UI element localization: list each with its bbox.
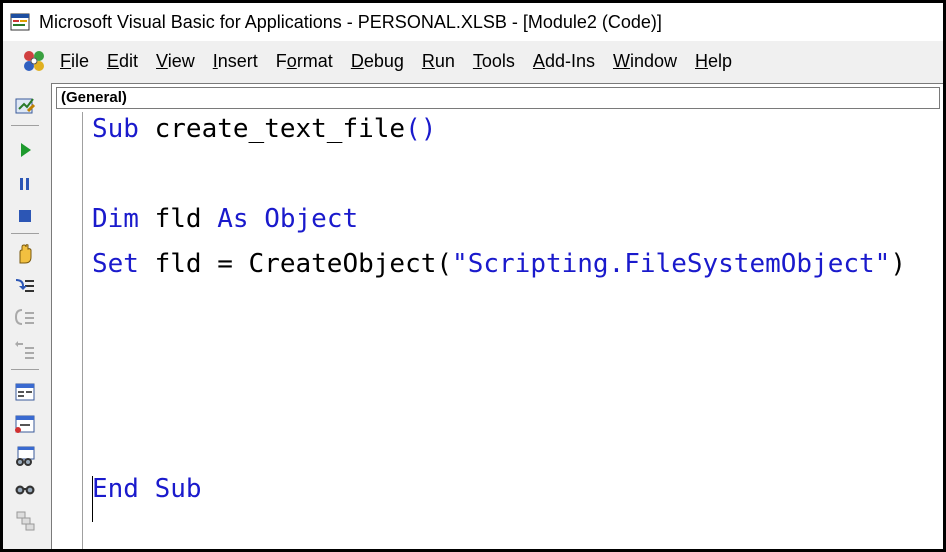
design-mode-icon[interactable] [14, 95, 36, 117]
call-stack-icon[interactable] [14, 509, 36, 531]
code-line[interactable]: End Sub [92, 472, 202, 506]
menu-run[interactable]: Run [413, 51, 464, 72]
debug-toolbar [3, 83, 47, 549]
quick-watch-icon[interactable] [14, 477, 36, 499]
code-line[interactable]: Dim fld As Object [92, 202, 358, 236]
menu-insert[interactable]: Insert [204, 51, 267, 72]
menu-add-ins[interactable]: Add-Ins [524, 51, 604, 72]
menu-help[interactable]: Help [686, 51, 741, 72]
menu-debug[interactable]: Debug [342, 51, 413, 72]
step-over-icon[interactable] [14, 307, 36, 329]
break-icon[interactable] [14, 173, 36, 195]
toolbar-separator [11, 369, 39, 370]
watch-window-icon[interactable] [14, 445, 36, 467]
menu-edit[interactable]: Edit [98, 51, 147, 72]
menu-view[interactable]: View [147, 51, 204, 72]
toolbar-separator [11, 233, 39, 234]
toggle-breakpoint-icon[interactable] [14, 243, 36, 265]
margin-indicator-bar[interactable] [56, 112, 83, 549]
vba-app-icon [9, 11, 31, 33]
title-bar: Microsoft Visual Basic for Applications … [3, 3, 943, 41]
menu-format[interactable]: Format [267, 51, 342, 72]
step-into-icon[interactable] [14, 275, 36, 297]
run-icon[interactable] [14, 139, 36, 161]
reset-icon[interactable] [14, 205, 36, 227]
code-line[interactable]: Sub create_text_file() [92, 112, 436, 146]
code-window: (General) Sub create_text_file() Dim fld… [51, 83, 943, 549]
text-caret [92, 476, 93, 522]
code-line[interactable]: Set fld = CreateObject("Scripting.FileSy… [92, 247, 906, 281]
vba-menu-icon[interactable] [21, 48, 47, 74]
immediate-window-icon[interactable] [14, 413, 36, 435]
step-out-icon[interactable] [14, 339, 36, 361]
code-editor[interactable]: Sub create_text_file() Dim fld As Object… [92, 112, 943, 549]
toolbar-separator [11, 125, 39, 126]
menu-bar: File Edit View Insert Format Debug Run T… [3, 42, 943, 80]
locals-window-icon[interactable] [14, 381, 36, 403]
menu-tools[interactable]: Tools [464, 51, 524, 72]
menu-file[interactable]: File [51, 51, 98, 72]
vba-editor-window: Microsoft Visual Basic for Applications … [3, 3, 943, 549]
menu-window[interactable]: Window [604, 51, 686, 72]
window-title: Microsoft Visual Basic for Applications … [39, 11, 662, 32]
object-combo[interactable]: (General) [56, 87, 940, 109]
